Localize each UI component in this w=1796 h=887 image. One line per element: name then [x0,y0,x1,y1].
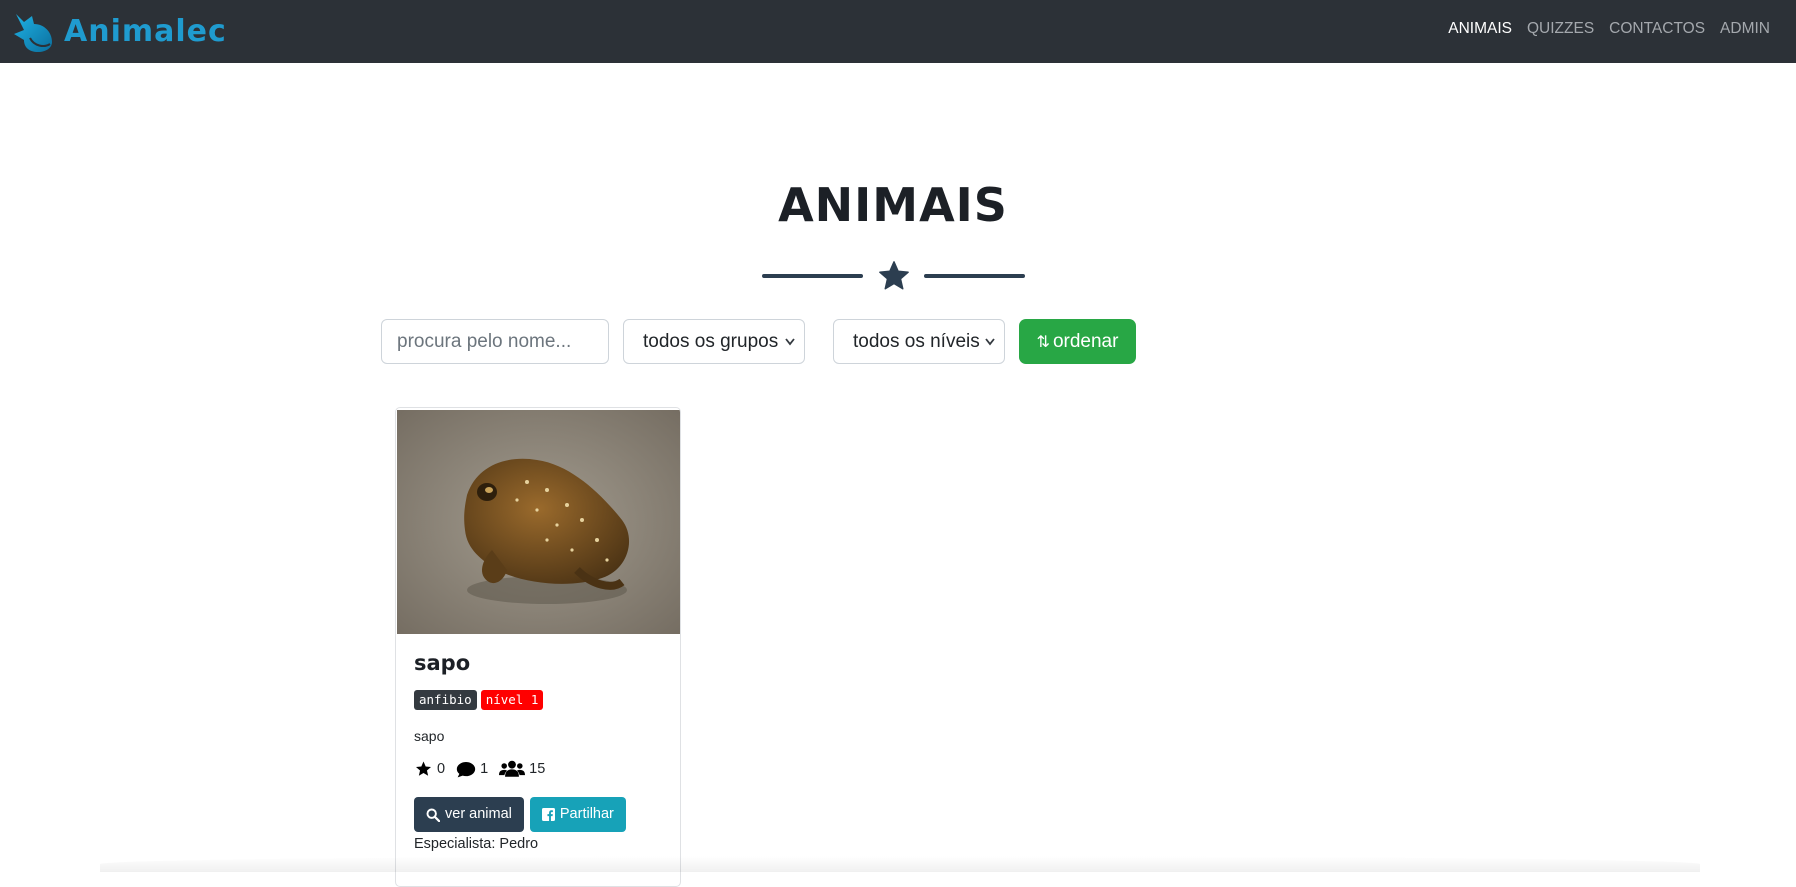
level-select-value: todos os níveis [853,331,980,352]
nav-item-admin[interactable]: ADMIN [1720,20,1770,38]
comment-icon [456,761,476,777]
star-icon [416,761,431,776]
sort-numeric-icon: ⇅ [1036,332,1050,351]
page-title: ANIMAIS [778,178,1008,232]
nav-item-animais[interactable]: ANIMAIS [1448,20,1512,38]
animal-description: sapo [414,728,445,744]
star-icon [879,261,909,290]
card-actions: ver animal Partilhar [414,797,626,832]
animal-badges: anfibio nível 1 [414,690,547,710]
chevron-down-icon [785,320,795,380]
people-stat: 15 [499,760,545,778]
sort-button[interactable]: ⇅ ordenar [1019,319,1136,364]
view-animal-label: ver animal [445,806,512,822]
brand[interactable]: Animalec [10,6,227,56]
animal-stats: 0 1 15 [414,760,556,778]
search-icon [426,808,440,822]
stars-count: 0 [437,761,446,777]
comments-stat: 1 [456,761,488,778]
divider-line-left [762,274,863,278]
top-navbar: Animalec ANIMAIS QUIZZES CONTACTOS ADMIN [0,0,1796,63]
view-animal-button[interactable]: ver animal [414,797,524,832]
title-divider [762,259,1026,295]
footer-shadow [100,856,1700,872]
people-count: 15 [529,761,546,777]
search-input[interactable] [381,319,609,364]
fox-logo-icon [10,8,56,54]
comments-count: 1 [480,761,489,777]
divider-line-right [924,274,1025,278]
users-icon [499,760,526,777]
share-label: Partilhar [559,806,614,822]
nav-item-quizzes[interactable]: QUIZZES [1527,20,1594,38]
stars-stat: 0 [414,760,445,778]
share-button[interactable]: Partilhar [529,797,626,832]
level-select[interactable]: todos os níveis [833,319,1005,364]
sort-button-label: ordenar [1052,331,1119,352]
nav-item-contactos[interactable]: CONTACTOS [1609,20,1705,38]
facebook-icon [541,808,555,821]
chevron-down-icon [985,320,995,380]
group-badge: anfibio [414,690,477,710]
group-select-value: todos os grupos [643,331,779,352]
group-select[interactable]: todos os grupos [623,319,805,364]
nav-menu: ANIMAIS QUIZZES CONTACTOS ADMIN [1433,0,1770,58]
brand-name: Animalec [64,13,227,49]
animal-name: sapo [414,651,471,675]
animal-card: sapo anfibio nível 1 sapo 0 1 15 ver ani… [395,407,681,887]
level-badge: nível 1 [480,690,544,710]
specialist-text: Especialista: Pedro [414,836,539,852]
animal-image [397,410,680,634]
